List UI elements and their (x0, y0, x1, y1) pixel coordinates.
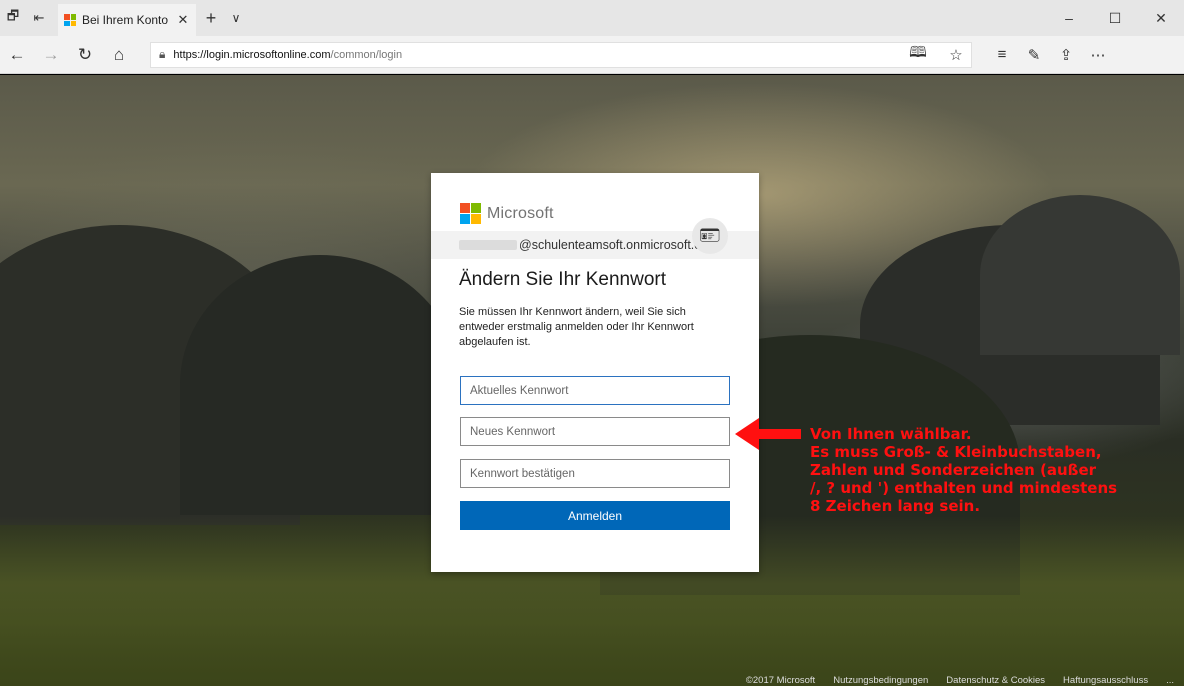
privacy-link[interactable]: Datenschutz & Cookies (946, 676, 1045, 686)
favorites-hub-icon[interactable]: ≡ (986, 36, 1018, 74)
browser-tab[interactable]: Bei Ihrem Konto anmelc ✕ (58, 4, 196, 36)
share-icon[interactable]: ⇪ (1050, 36, 1082, 74)
url-host: https://login.microsoftonline.com (173, 48, 331, 61)
address-bar[interactable]: 🔒︎ https://login.microsoftonline.com/com… (150, 41, 972, 68)
new-tab-icon[interactable]: + (196, 0, 226, 36)
brand-name: Microsoft (487, 204, 554, 222)
badge-icon: 🪪︎ (692, 218, 728, 254)
annotation-line: Von Ihnen wählbar. (810, 425, 972, 443)
tab-preview-icon[interactable]: 🗗 (0, 0, 26, 36)
tab-title: Bei Ihrem Konto anmelc (82, 13, 170, 27)
set-aside-tabs-icon[interactable]: ⇤ (26, 0, 52, 36)
annotation-text: Von Ihnen wählbar. Es muss Groß- & Klein… (810, 425, 1180, 515)
current-password-input[interactable] (460, 376, 730, 405)
description-text: Sie müssen Ihr Kennwort ändern, weil Sie… (459, 306, 694, 348)
login-card: Microsoft @schulenteamsoft.onmicrosoft.c… (431, 173, 759, 572)
url-path: /common/login (330, 48, 403, 61)
page-title: Ändern Sie Ihr Kennwort (459, 269, 667, 290)
reading-view-icon[interactable]: 🕮︎ (903, 42, 933, 67)
copyright-text: ©2017 Microsoft (745, 676, 816, 686)
page-footer: ©2017 Microsoft Nutzungsbedingungen Date… (0, 676, 1184, 686)
favorite-star-icon[interactable]: ☆ (941, 46, 971, 64)
footer-more-icon[interactable]: ... (1166, 676, 1174, 686)
close-icon[interactable]: ✕ (176, 12, 190, 28)
confirm-password-input[interactable] (460, 459, 730, 488)
annotation-line: Es muss Groß- & Kleinbuchstaben, (810, 443, 1102, 461)
minimize-icon[interactable]: – (1046, 0, 1092, 36)
new-password-input[interactable] (460, 417, 730, 446)
terms-link[interactable]: Nutzungsbedingungen (833, 676, 928, 686)
annotation-line: /, ? und ') enthalten und mindestens (810, 479, 1118, 497)
title-bar: 🗗 ⇤ Bei Ihrem Konto anmelc ✕ + ∨ – ☐ ✕ (0, 0, 1184, 36)
more-icon[interactable]: ⋯ (1082, 36, 1114, 74)
refresh-icon[interactable]: ↻ (68, 36, 102, 74)
address-toolbar: ← → ↻ ⌂ 🔒︎ https://login.microsoftonline… (0, 36, 1184, 74)
lock-icon: 🔒︎ (159, 47, 166, 61)
home-icon[interactable]: ⌂ (102, 36, 136, 74)
sign-in-button[interactable]: Anmelden (460, 501, 730, 530)
disclaimer-link[interactable]: Haftungsausschluss (1063, 676, 1148, 686)
annotation-arrow (735, 418, 801, 450)
microsoft-logo-icon (460, 203, 481, 224)
back-icon[interactable]: ← (0, 36, 34, 74)
masked-username (459, 240, 517, 250)
annotation-line: 8 Zeichen lang sein. (810, 497, 981, 515)
forward-icon[interactable]: → (34, 36, 68, 74)
maximize-icon[interactable]: ☐ (1092, 0, 1138, 36)
pen-icon[interactable]: ✎ (1018, 36, 1050, 74)
url-text: https://login.microsoftonline.com/common… (173, 49, 402, 61)
annotation-line: Zahlen und Sonderzeichen (außer (810, 461, 1097, 479)
window-close-icon[interactable]: ✕ (1138, 0, 1184, 36)
chevron-down-icon[interactable]: ∨ (226, 0, 246, 36)
microsoft-logo-icon (64, 14, 76, 26)
account-email: @schulenteamsoft.onmicrosoft.c... (519, 238, 711, 252)
brand: Microsoft (460, 203, 554, 224)
